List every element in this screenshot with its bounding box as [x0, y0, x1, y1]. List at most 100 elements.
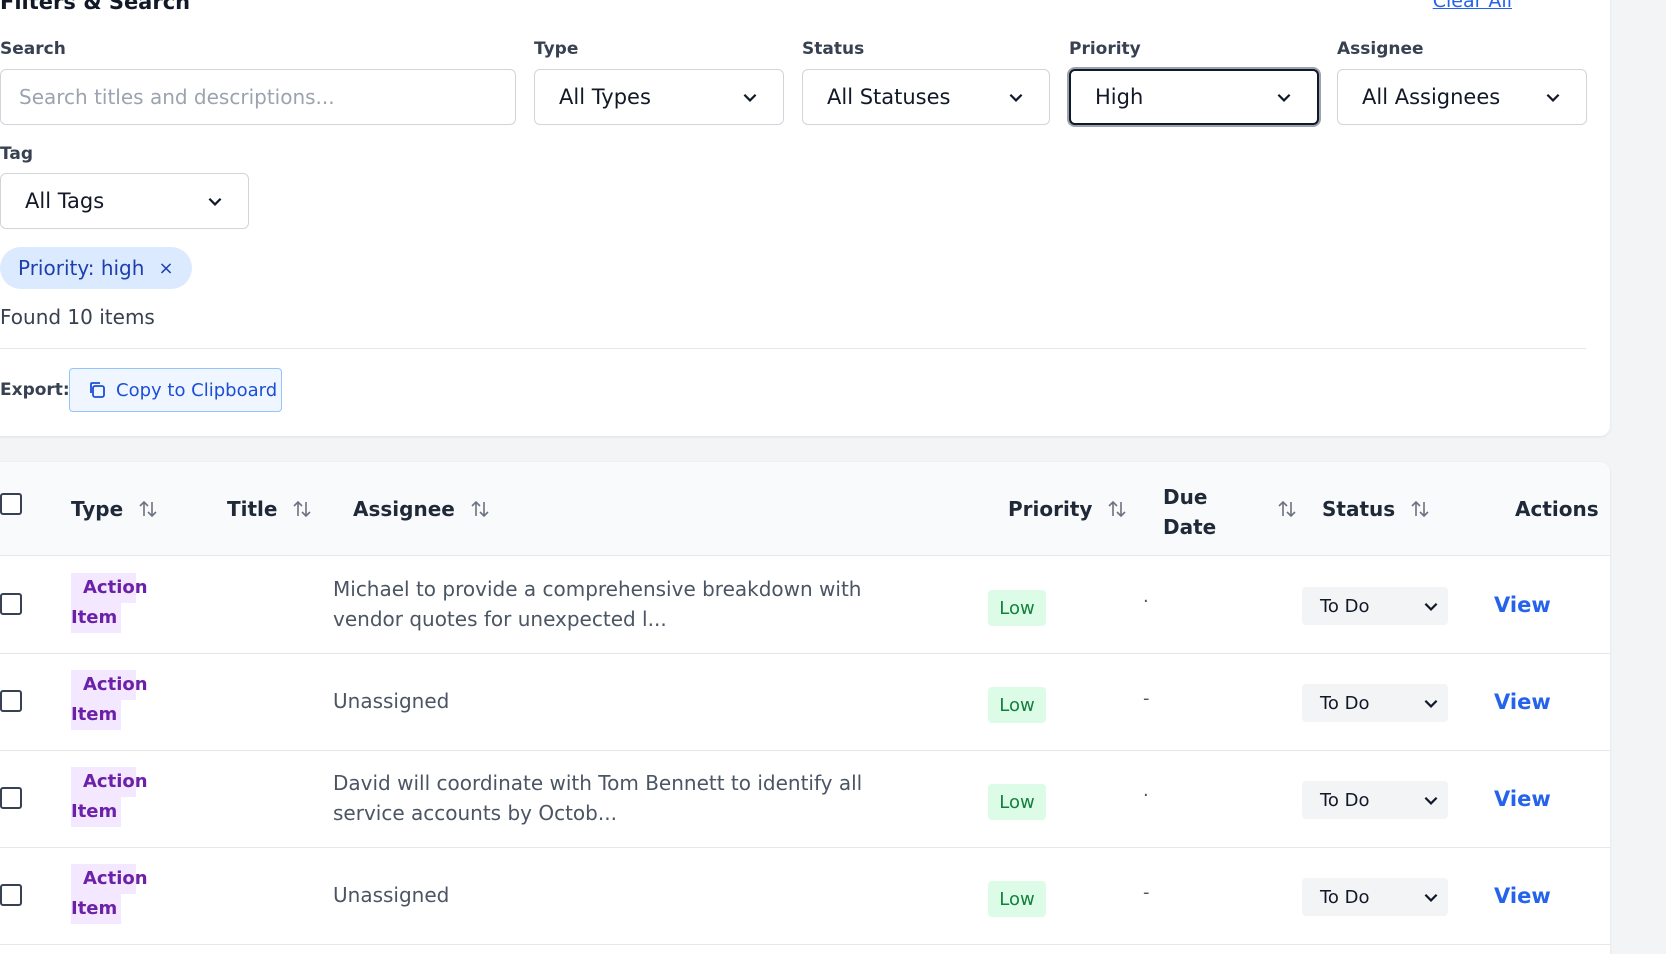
search-input[interactable]: Search titles and descriptions...: [0, 69, 516, 125]
row-status-select[interactable]: To Do: [1302, 684, 1448, 722]
column-header-priority[interactable]: Priority: [1008, 497, 1128, 521]
table-row: Action Item Unassigned Low - To Do View: [0, 848, 1610, 945]
tag-label: Tag: [0, 144, 34, 164]
column-header-actions: Actions: [1515, 497, 1599, 521]
row-status-value: To Do: [1320, 595, 1370, 617]
divider: [0, 348, 1586, 349]
priority-badge: Low: [988, 784, 1046, 820]
type-badge-line: Action: [71, 864, 148, 894]
due-date-cell: ·: [1143, 591, 1149, 612]
priority-badge: Low: [988, 881, 1046, 917]
priority-select-value: High: [1095, 85, 1144, 109]
active-filter-chip: Priority: high ×: [0, 247, 192, 289]
row-checkbox[interactable]: [0, 787, 22, 809]
type-label: Type: [534, 39, 579, 59]
column-header-status[interactable]: Status: [1322, 497, 1431, 521]
sort-icon: [1411, 500, 1429, 518]
row-status-value: To Do: [1320, 886, 1370, 908]
type-badge-line: Item: [71, 700, 121, 730]
filters-panel: Filters & Search Clear All Search Search…: [0, 0, 1610, 436]
assignee-cell: Michael to provide a comprehensive break…: [333, 577, 862, 631]
chevron-down-icon: [1424, 602, 1438, 611]
copy-to-clipboard-button[interactable]: Copy to Clipboard: [69, 368, 282, 412]
row-checkbox[interactable]: [0, 690, 22, 712]
tag-select-value: All Tags: [25, 189, 105, 213]
assignee-cell: Unassigned: [333, 883, 450, 907]
column-header-type[interactable]: Type: [71, 497, 159, 521]
due-date-cell: ·: [1143, 785, 1149, 806]
priority-badge: Low: [988, 590, 1046, 626]
select-all-checkbox[interactable]: [0, 493, 22, 515]
sort-icon: [293, 500, 312, 518]
column-header-status-label: Status: [1322, 497, 1396, 521]
row-status-value: To Do: [1320, 789, 1370, 811]
column-header-assignee-label: Assignee: [353, 497, 455, 521]
chevron-down-icon: [1424, 796, 1438, 805]
assignee-cell: David will coordinate with Tom Bennett t…: [333, 771, 863, 825]
type-badge-line: Item: [71, 797, 121, 827]
table-header: Type Title Assignee Priority Due Date St…: [0, 462, 1610, 556]
chevron-down-icon: [1546, 93, 1560, 102]
copy-icon: [90, 382, 105, 398]
due-date-cell: -: [1143, 882, 1150, 903]
type-badge-line: Item: [71, 894, 121, 924]
assignee-label: Assignee: [1337, 39, 1424, 59]
sort-icon: [1108, 500, 1127, 518]
active-filter-label: Priority: high: [18, 256, 145, 280]
sort-icon[interactable]: [1276, 498, 1298, 520]
priority-badge: Low: [988, 687, 1046, 723]
column-header-due-date-label: Due: [1163, 485, 1208, 509]
search-label: Search: [0, 39, 66, 59]
column-header-priority-label: Priority: [1008, 497, 1093, 521]
page: Filters & Search Clear All Search Search…: [0, 0, 1666, 954]
chevron-down-icon: [743, 93, 757, 102]
tag-select[interactable]: All Tags: [0, 173, 249, 229]
chevron-down-icon: [1424, 893, 1438, 902]
row-status-select[interactable]: To Do: [1302, 878, 1448, 916]
row-checkbox[interactable]: [0, 884, 22, 906]
row-checkbox[interactable]: [0, 593, 22, 615]
type-badge-line: Action: [71, 573, 148, 603]
status-select[interactable]: All Statuses: [802, 69, 1050, 125]
table-row: Action Item Michael to provide a compreh…: [0, 557, 1610, 654]
column-header-title-label: Title: [227, 497, 278, 521]
clear-all-link[interactable]: Clear All: [1433, 0, 1512, 12]
type-badge-line: Action: [71, 767, 148, 797]
assignee-select[interactable]: All Assignees: [1337, 69, 1587, 125]
chevron-down-icon: [1277, 93, 1291, 102]
copy-to-clipboard-label: Copy to Clipboard: [116, 379, 278, 401]
assignee-cell: Unassigned: [333, 689, 450, 713]
type-badge: Action Item: [71, 573, 148, 633]
remove-filter-icon[interactable]: ×: [158, 258, 173, 279]
view-link[interactable]: View: [1494, 593, 1551, 617]
column-header-due-date[interactable]: Due Date: [1163, 482, 1216, 542]
column-header-due-date-label: Date: [1163, 515, 1217, 539]
due-date-cell: -: [1143, 688, 1150, 709]
chevron-down-icon: [1424, 699, 1438, 708]
items-table: Type Title Assignee Priority Due Date St…: [0, 462, 1610, 954]
column-header-type-label: Type: [71, 497, 124, 521]
column-header-assignee[interactable]: Assignee: [353, 497, 491, 521]
type-badge: Action Item: [71, 767, 148, 827]
type-select[interactable]: All Types: [534, 69, 784, 125]
type-badge-line: Action: [71, 670, 148, 700]
sort-icon: [139, 500, 157, 518]
type-select-value: All Types: [559, 85, 651, 109]
type-badge-line: Item: [71, 603, 121, 633]
row-status-select[interactable]: To Do: [1302, 781, 1448, 819]
priority-select[interactable]: High: [1069, 69, 1319, 125]
priority-label: Priority: [1069, 39, 1141, 59]
export-label: Export:: [0, 380, 70, 400]
filters-title: Filters & Search: [0, 0, 191, 14]
column-header-title[interactable]: Title: [227, 497, 313, 521]
row-status-select[interactable]: To Do: [1302, 587, 1448, 625]
chevron-down-icon: [208, 197, 222, 206]
view-link[interactable]: View: [1494, 690, 1551, 714]
status-select-value: All Statuses: [827, 85, 951, 109]
table-row: Action Item Unassigned Low - To Do View: [0, 654, 1610, 751]
view-link[interactable]: View: [1494, 884, 1551, 908]
view-link[interactable]: View: [1494, 787, 1551, 811]
table-row: Action Item David will coordinate with T…: [0, 751, 1610, 848]
results-count: Found 10 items: [0, 305, 155, 329]
chevron-down-icon: [1009, 93, 1023, 102]
